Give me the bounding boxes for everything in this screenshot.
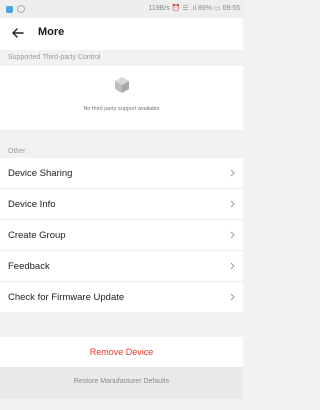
third-party-section-label: Supported Third-party Control	[0, 50, 243, 66]
chevron-right-icon	[230, 231, 235, 239]
list-item-label: Device Sharing	[8, 168, 73, 179]
no-third-party-message: No third party support available	[83, 106, 160, 112]
notification-icon	[6, 5, 13, 13]
chevron-right-icon	[230, 169, 235, 177]
status-left-icons	[6, 5, 25, 13]
list-item-feedback[interactable]: Feedback	[0, 251, 243, 282]
list-item-label: Device Info	[8, 199, 56, 210]
chevron-right-icon	[230, 293, 235, 301]
sync-icon	[17, 5, 25, 13]
restore-defaults-button[interactable]: Restore Manufacturer Defaults	[0, 367, 243, 399]
list-item-device-info[interactable]: Device Info	[0, 189, 243, 220]
status-bar: 119B/s ⏰ ☰ .ıl 89% ▭ 09:55	[0, 0, 243, 18]
list-item-label: Check for Firmware Update	[8, 292, 125, 303]
chevron-right-icon	[230, 262, 235, 270]
list-item-device-sharing[interactable]: Device Sharing	[0, 158, 243, 189]
status-info: 119B/s ⏰ ☰ .ıl 89% ▭ 09:55	[148, 5, 240, 12]
cube-icon	[115, 77, 129, 93]
page-title: More	[38, 26, 65, 38]
other-list: Device Sharing Device Info Create Group …	[0, 158, 243, 312]
list-item-create-group[interactable]: Create Group	[0, 220, 243, 251]
list-item-firmware-update[interactable]: Check for Firmware Update	[0, 282, 243, 312]
header: More	[0, 18, 243, 50]
other-section-label: Other	[8, 148, 26, 155]
chevron-right-icon	[230, 200, 235, 208]
back-arrow-icon[interactable]	[10, 25, 26, 41]
list-item-label: Feedback	[8, 261, 50, 272]
list-item-label: Create Group	[8, 230, 66, 241]
third-party-panel: No third party support available	[0, 66, 243, 130]
remove-device-button[interactable]: Remove Device	[0, 337, 243, 367]
